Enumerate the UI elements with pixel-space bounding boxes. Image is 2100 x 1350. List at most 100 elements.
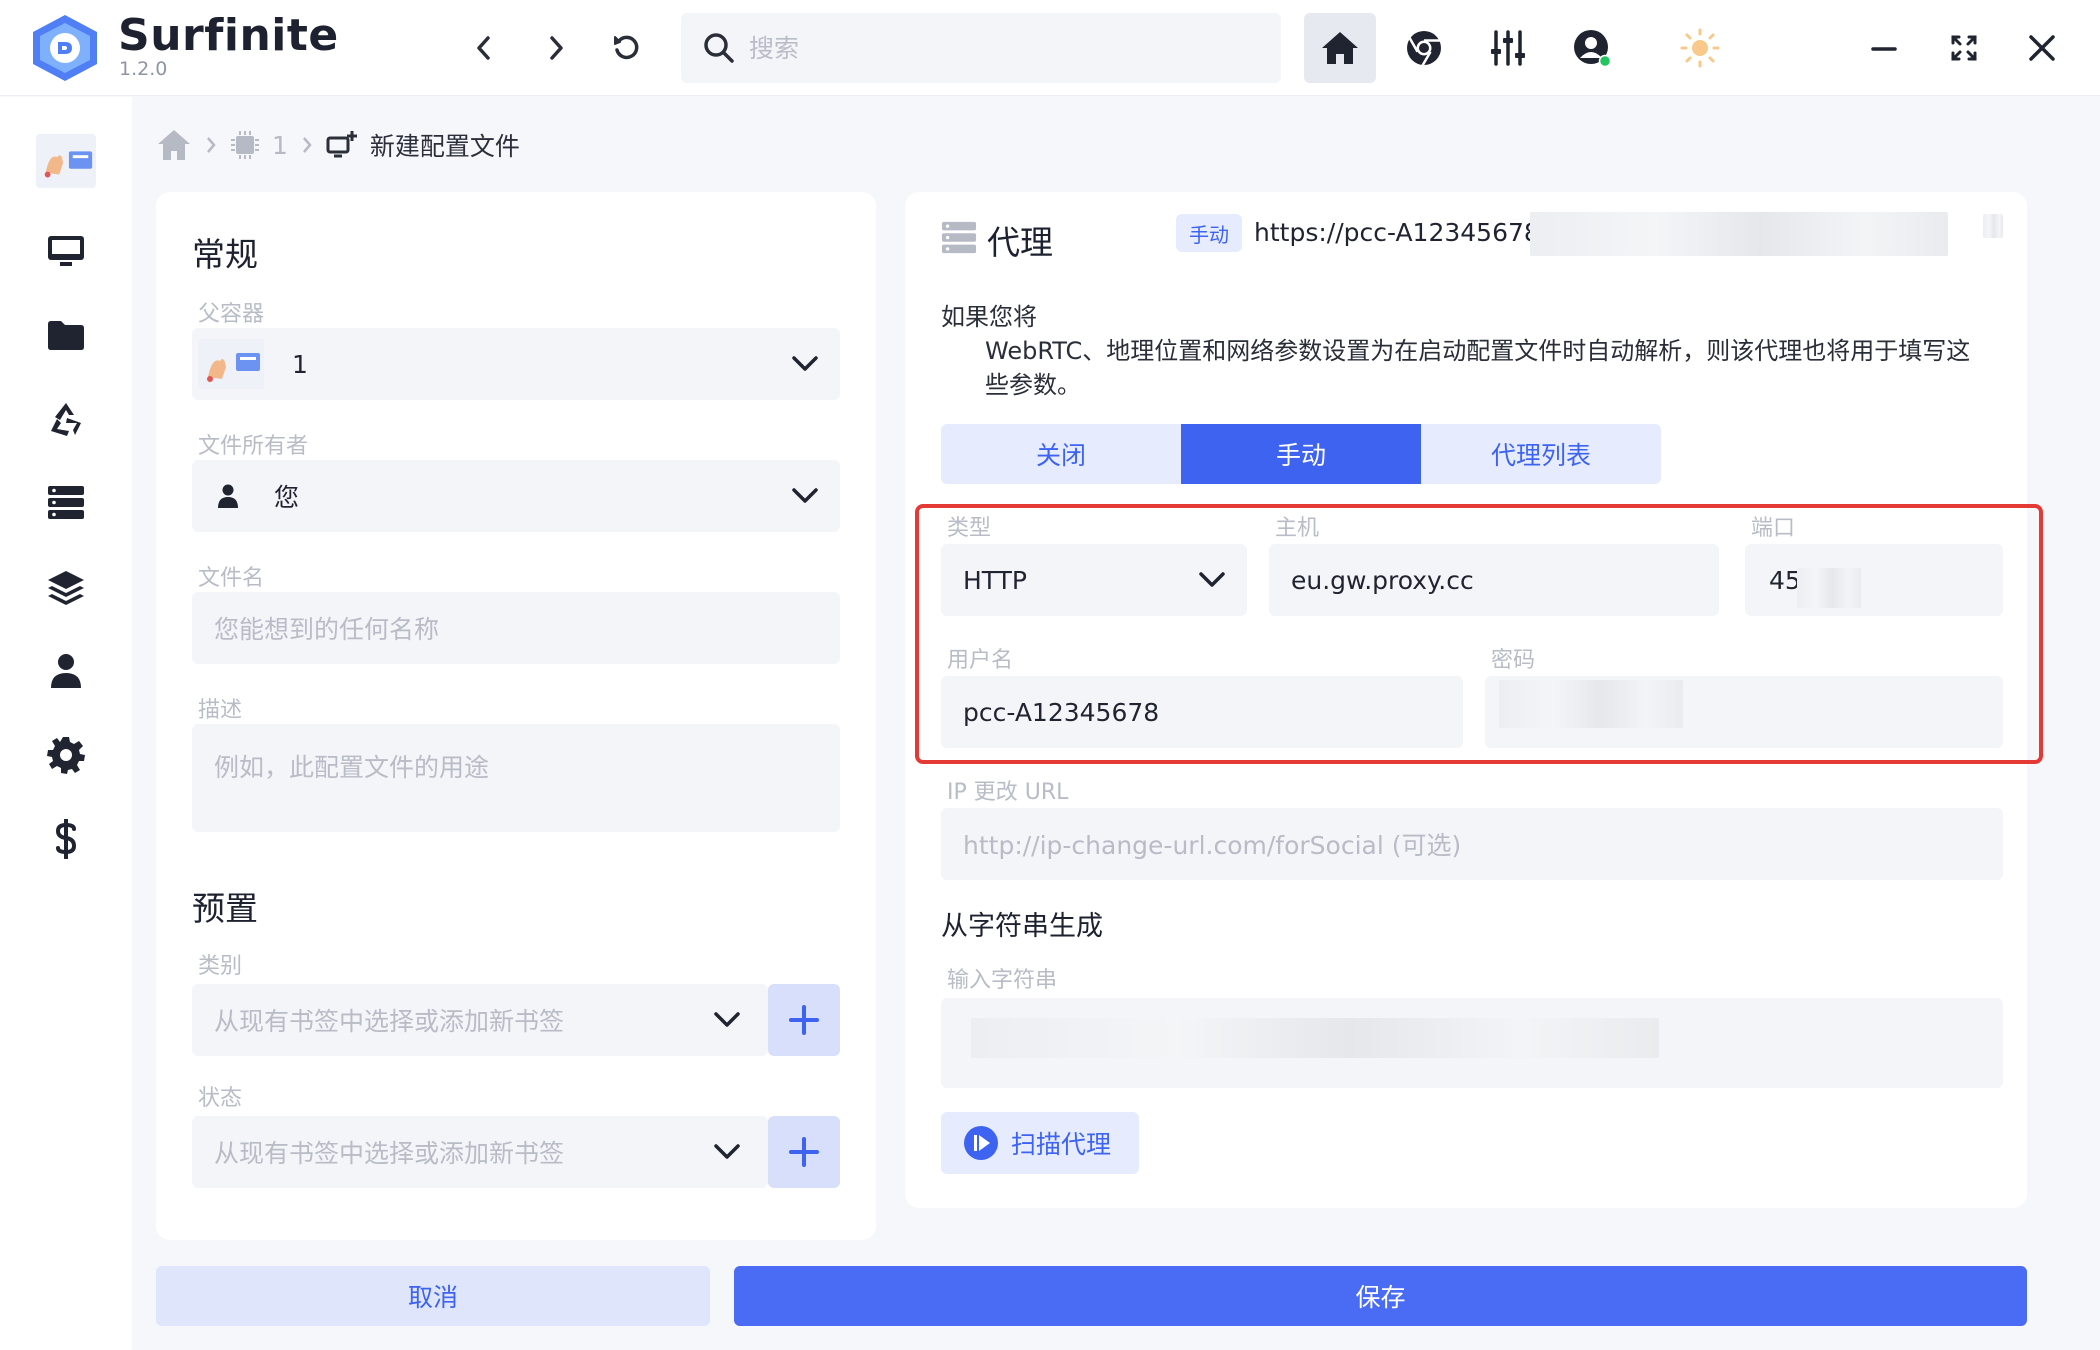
- sliders-icon: [1491, 30, 1525, 66]
- proxy-host-value: eu.gw.proxy.cc: [1291, 565, 1474, 595]
- ip-change-url-label: IP 更改 URL: [947, 780, 1069, 805]
- redacted-text: [1530, 212, 1948, 256]
- app-name: Surfinite: [118, 10, 339, 61]
- sidebar-item-billing[interactable]: [36, 809, 96, 869]
- scan-proxy-label: 扫描代理: [1011, 1130, 1112, 1159]
- home-icon: [1322, 32, 1358, 64]
- search-bar[interactable]: [681, 13, 1281, 83]
- proxy-type-label: 类型: [947, 516, 992, 541]
- category-label: 类别: [198, 954, 243, 979]
- proxy-password-input[interactable]: [1485, 676, 2003, 748]
- forward-button[interactable]: [534, 26, 578, 70]
- proxy-host-input[interactable]: eu.gw.proxy.cc: [1269, 544, 1719, 616]
- fullscreen-button[interactable]: [1940, 24, 1988, 72]
- general-section-title: 常规: [192, 235, 258, 274]
- filename-placeholder: 您能想到的任何名称: [214, 615, 440, 644]
- status-select[interactable]: 从现有书签中选择或添加新书签: [192, 1116, 768, 1188]
- category-select[interactable]: 从现有书签中选择或添加新书签: [192, 984, 768, 1056]
- breadcrumb-current: 新建配置文件: [369, 132, 520, 161]
- server-icon: [48, 486, 84, 519]
- sidebar-item-profiles[interactable]: [36, 221, 96, 281]
- theme-toggle-button[interactable]: [1664, 13, 1736, 83]
- minimize-icon: [1871, 47, 1897, 51]
- container-thumbnail-icon: [198, 339, 264, 389]
- sidebar-item-layers[interactable]: [36, 557, 96, 617]
- browser-button[interactable]: [1388, 13, 1460, 83]
- from-string-input[interactable]: [941, 998, 2003, 1088]
- search-icon: [704, 33, 734, 63]
- close-icon: [2029, 35, 2055, 61]
- app-version: 1.2.0: [119, 58, 168, 80]
- from-string-label: 输入字符串: [947, 968, 1058, 993]
- chevron-right-icon: [302, 137, 312, 153]
- home-button[interactable]: [1304, 13, 1376, 83]
- from-string-title: 从字符串生成: [941, 911, 1103, 942]
- cancel-button[interactable]: 取消: [156, 1266, 710, 1326]
- filename-input[interactable]: 您能想到的任何名称: [192, 592, 840, 664]
- sidebar-item-folders[interactable]: [36, 305, 96, 365]
- proxy-username-value: pcc-A12345678: [963, 697, 1160, 727]
- chrome-icon: [1407, 31, 1441, 67]
- sidebar-item-settings[interactable]: [36, 725, 96, 785]
- chevron-down-icon: [1199, 572, 1225, 587]
- proxy-username-input[interactable]: pcc-A12345678: [941, 676, 1463, 748]
- ip-change-url-input[interactable]: http://ip-change-url.com/forSocial (可选): [941, 808, 2003, 880]
- proxy-host-label: 主机: [1275, 516, 1320, 541]
- parent-container-select[interactable]: 1: [192, 328, 840, 400]
- file-owner-label: 文件所有者: [198, 434, 309, 459]
- container-thumbnail-icon: [36, 133, 96, 189]
- description-placeholder: 例如，此配置文件的用途: [214, 753, 490, 782]
- sidebar-item-proxies[interactable]: [36, 473, 96, 533]
- category-placeholder: 从现有书签中选择或添加新书签: [214, 1007, 565, 1036]
- minimize-button[interactable]: [1860, 24, 1908, 72]
- breadcrumb-container[interactable]: 1: [272, 131, 288, 160]
- sidebar-item-recycle[interactable]: [36, 389, 96, 449]
- sidebar-item-container-avatar[interactable]: [36, 131, 96, 191]
- add-status-button[interactable]: [768, 1116, 840, 1188]
- settings-sliders-button[interactable]: [1472, 13, 1544, 83]
- account-icon: [1574, 30, 1612, 68]
- proxy-username-label: 用户名: [947, 648, 1014, 673]
- monitor-icon: [48, 236, 84, 266]
- forward-icon: [550, 36, 563, 60]
- redacted-text: [971, 1018, 1659, 1058]
- tab-manual[interactable]: 手动: [1181, 424, 1421, 484]
- general-settings-card: 常规 父容器 1 文件所有者 您 文件名 您能想到的任何名称 描述 例如，此配置…: [156, 192, 876, 1240]
- refresh-icon: [614, 35, 639, 60]
- chip-icon: [231, 131, 259, 159]
- file-owner-value: 您: [274, 483, 300, 512]
- new-profile-icon: [326, 131, 357, 158]
- user-icon: [51, 654, 81, 688]
- back-icon: [477, 36, 490, 60]
- account-button[interactable]: [1556, 13, 1628, 83]
- description-input[interactable]: 例如，此配置文件的用途: [192, 724, 840, 832]
- status-placeholder: 从现有书签中选择或添加新书签: [214, 1139, 565, 1168]
- refresh-button[interactable]: [604, 26, 648, 70]
- tab-proxy-list[interactable]: 代理列表: [1421, 424, 1661, 484]
- plus-icon: [789, 1137, 819, 1167]
- sidebar-item-users[interactable]: [36, 641, 96, 701]
- close-button[interactable]: [2018, 24, 2066, 72]
- tab-off[interactable]: 关闭: [941, 424, 1181, 484]
- proxy-description-line1: 如果您将: [941, 303, 1037, 331]
- add-category-button[interactable]: [768, 984, 840, 1056]
- scan-proxy-button[interactable]: 扫描代理: [941, 1112, 1139, 1174]
- file-owner-select[interactable]: 您: [192, 460, 840, 532]
- redacted-text: [1983, 214, 2003, 238]
- chevron-down-icon: [714, 1012, 740, 1027]
- status-label: 状态: [198, 1086, 243, 1111]
- proxy-settings-card: 代理 手动 https://pcc-A12345678 如果您将 WebRTC、…: [905, 192, 2043, 1208]
- proxy-url-summary: https://pcc-A12345678: [1254, 218, 1540, 247]
- chevron-right-icon: [207, 137, 216, 153]
- proxy-port-input[interactable]: 45: [1745, 544, 2003, 616]
- save-button[interactable]: 保存: [734, 1266, 2027, 1326]
- search-input[interactable]: [749, 33, 1229, 63]
- proxy-password-label: 密码: [1491, 648, 1536, 673]
- proxy-type-select[interactable]: HTTP: [941, 544, 1247, 616]
- sidebar: [0, 97, 132, 1350]
- back-button[interactable]: [462, 26, 506, 70]
- fullscreen-icon: [1951, 35, 1977, 61]
- layers-icon: [48, 571, 84, 605]
- proxy-mode-tabs: 关闭 手动 代理列表: [941, 424, 1661, 484]
- home-icon[interactable]: [156, 128, 192, 162]
